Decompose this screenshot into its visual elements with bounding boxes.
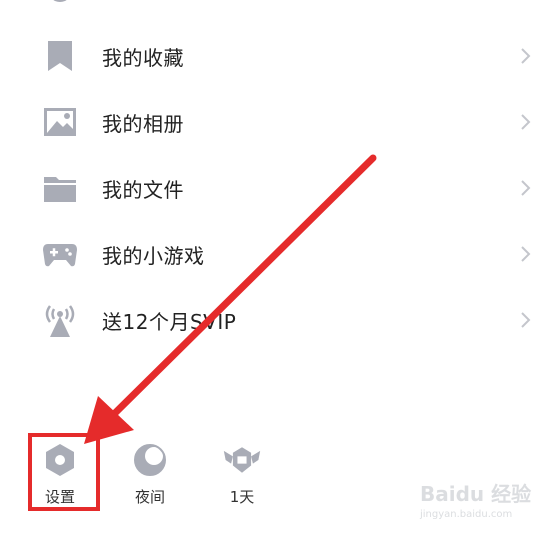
bookmark-icon [42,38,78,74]
daily-badge-label: 1天 [229,488,255,506]
moon-icon [130,440,170,480]
menu-item-svip-gift[interactable]: 送12个月SVIP [0,287,551,353]
winged-badge-icon [222,440,262,480]
settings-highlight-box [28,433,100,511]
menu-item-favorites[interactable]: 我的收藏 [0,23,551,89]
daily-badge-button[interactable]: 1天 [212,440,272,510]
chevron-right-icon [519,112,533,132]
partial-item-icon [44,0,76,8]
menu-item-label: 我的小游戏 [102,243,205,268]
gamepad-icon [42,236,78,272]
menu-item-mini-games[interactable]: 我的小游戏 [0,221,551,287]
menu-item-label: 我的收藏 [102,45,184,70]
menu-item-label: 我的文件 [102,177,184,202]
menu-item-label: 我的相册 [102,111,184,136]
watermark-main: Baidu 经验 [420,482,532,506]
night-label: 夜间 [134,488,165,506]
chevron-right-icon [519,46,533,66]
folder-icon [42,170,78,206]
photo-icon [42,104,78,140]
partial-menu-item[interactable] [0,0,551,10]
baidu-jingyan-watermark: Baidu 经验 jingyan.baidu.com [420,478,540,530]
night-mode-button[interactable]: 夜间 [120,440,180,510]
chevron-right-icon [519,310,533,330]
watermark-sub: jingyan.baidu.com [420,509,513,520]
menu-item-album[interactable]: 我的相册 [0,89,551,155]
chevron-right-icon [519,178,533,198]
menu-item-label: 送12个月SVIP [102,309,237,334]
chevron-right-icon [519,244,533,264]
menu-item-files[interactable]: 我的文件 [0,155,551,221]
broadcast-icon [42,302,78,338]
